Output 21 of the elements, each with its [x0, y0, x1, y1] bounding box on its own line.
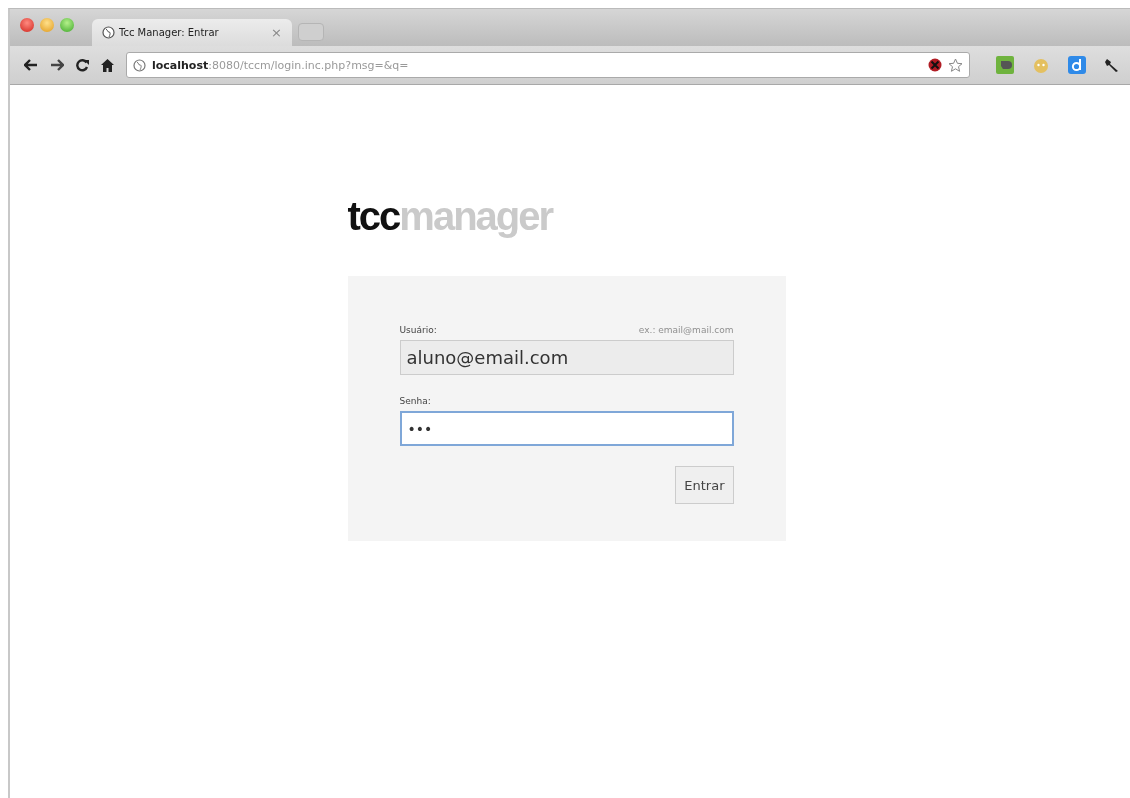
field-label: Senha:	[399, 396, 431, 406]
reload-icon[interactable]	[76, 58, 89, 72]
url-text: localhost:8080/tccm/login.inc.php?msg=&q=	[152, 58, 409, 72]
letter-extension-icon[interactable]	[1068, 56, 1086, 74]
enter-button[interactable]: Entrar	[675, 466, 734, 504]
field-label: Usuário:	[399, 325, 437, 335]
logo: tccmanager	[347, 193, 554, 240]
home-icon[interactable]	[101, 58, 114, 72]
tab-title: Tcc Manager: Entrar	[119, 27, 220, 38]
globe-icon	[133, 58, 146, 72]
address-field[interactable]: localhost:8080/tccm/login.inc.php?msg=&q=	[126, 52, 970, 78]
username-field[interactable]: aluno@email.com	[399, 340, 734, 375]
back-icon[interactable]	[24, 59, 38, 71]
field-hint: ex.: email@mail.com	[638, 325, 734, 335]
block-icon[interactable]	[928, 58, 942, 72]
close-window-button[interactable]	[20, 18, 34, 32]
forward-icon[interactable]	[50, 59, 64, 71]
password-field[interactable]: •••	[399, 411, 734, 446]
globe-icon	[102, 26, 115, 39]
browser-tab[interactable]: Tcc Manager: Entrar ×	[92, 19, 292, 46]
star-icon[interactable]	[948, 57, 963, 73]
